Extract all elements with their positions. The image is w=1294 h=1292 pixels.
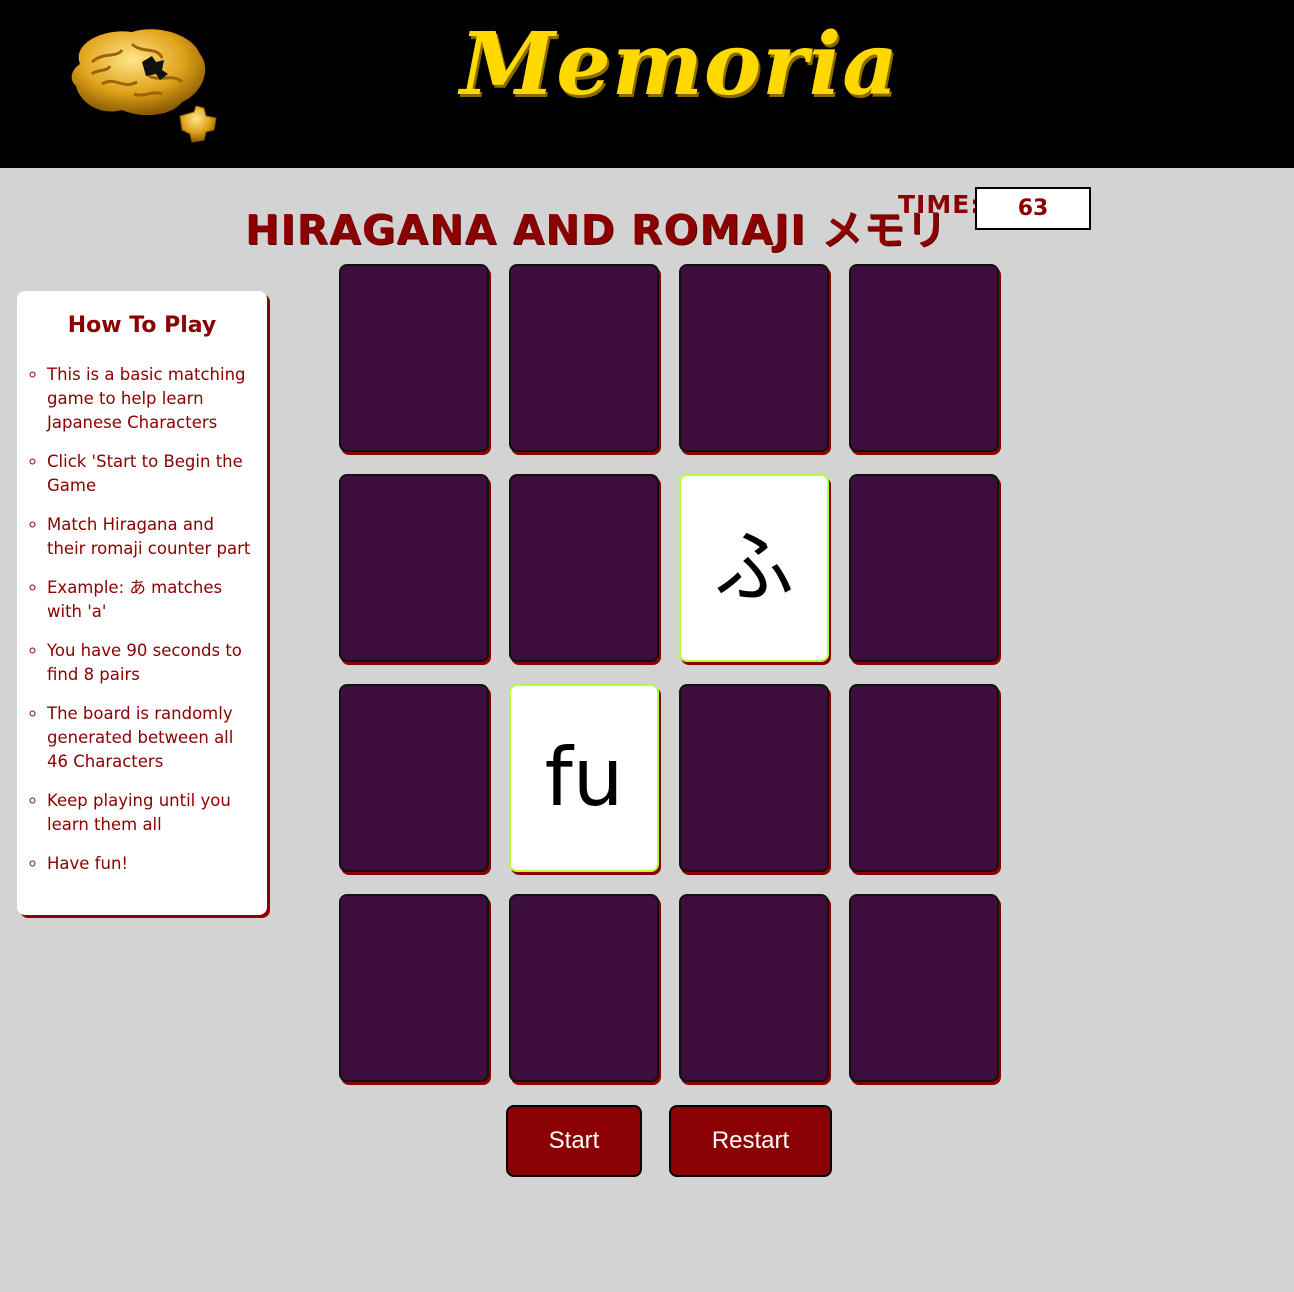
instructions-list: This is a basic matching game to help le… (25, 363, 257, 891)
instruction-item: The board is randomly generated between … (47, 702, 257, 774)
restart-button[interactable]: Restart (669, 1105, 832, 1177)
instruction-item: Example: あ matches with 'a' (47, 576, 257, 624)
instruction-item: You have 90 seconds to find 8 pairs (47, 639, 257, 687)
memory-card[interactable]: fu (509, 684, 659, 872)
instruction-item: Click 'Start to Begin the Game (47, 450, 257, 498)
card-face: ふ (714, 521, 794, 614)
instruction-item: Keep playing until you learn them all (47, 789, 257, 837)
game-title: HIRAGANA AND ROMAJI メモリ (245, 206, 948, 254)
memory-card[interactable] (679, 894, 829, 1082)
memory-card[interactable] (679, 264, 829, 452)
start-button[interactable]: Start (506, 1105, 642, 1177)
memory-card[interactable] (339, 894, 489, 1082)
instruction-item: Have fun! (47, 852, 257, 876)
memory-card[interactable] (339, 264, 489, 452)
time-label: TIME: (898, 190, 982, 219)
instruction-item: Match Hiragana and their romaji counter … (47, 513, 257, 561)
how-to-play-heading: How To Play (67, 313, 217, 338)
game-board: ふ fu (339, 264, 1001, 1086)
memory-card[interactable] (339, 684, 489, 872)
instruction-item: This is a basic matching game to help le… (47, 363, 257, 435)
memory-card[interactable] (849, 474, 999, 662)
memory-card[interactable] (849, 264, 999, 452)
card-face: fu (544, 731, 624, 824)
brain-puzzle-icon (71, 29, 217, 143)
memory-card[interactable] (509, 264, 659, 452)
memory-card[interactable] (509, 474, 659, 662)
memory-card[interactable] (849, 894, 999, 1082)
how-to-play-panel: How To Play This is a basic matching gam… (17, 291, 267, 915)
memory-card[interactable] (339, 474, 489, 662)
app-header: Memoria (0, 0, 1294, 168)
time-display: 63 (975, 187, 1091, 230)
brand-title: Memoria (460, 14, 899, 115)
memory-card[interactable] (849, 684, 999, 872)
memory-card[interactable]: ふ (679, 474, 829, 662)
memory-card[interactable] (679, 684, 829, 872)
memory-card[interactable] (509, 894, 659, 1082)
